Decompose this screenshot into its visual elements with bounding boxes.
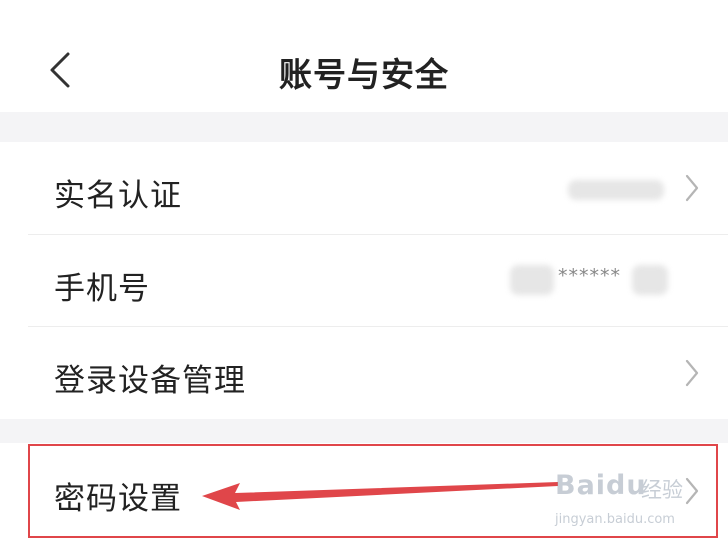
row-label: 手机号: [54, 271, 150, 307]
watermark-brand: Baidu: [555, 470, 647, 501]
row-label: 实名认证: [54, 178, 182, 214]
chevron-right-icon: [685, 174, 699, 202]
watermark: Baidu 经验 jingyan.baidu.com: [555, 468, 695, 538]
page-title: 账号与安全: [279, 55, 449, 94]
masked-phone-value: ******: [558, 265, 621, 287]
watermark-label: 经验: [641, 478, 683, 502]
row-label: 登录设备管理: [54, 363, 246, 399]
app-header: 账号与安全: [0, 0, 728, 112]
blurred-value: [568, 180, 664, 200]
section-divider: [0, 112, 728, 142]
list-item-login-device-management[interactable]: 登录设备管理: [28, 327, 728, 419]
blurred-value: [510, 265, 554, 295]
blurred-value: [632, 265, 668, 295]
arrow-annotation: [202, 482, 558, 510]
watermark-url: jingyan.baidu.com: [555, 512, 675, 527]
section-divider: [0, 419, 728, 443]
list-item-phone-number[interactable]: 手机号 ******: [28, 235, 728, 327]
row-label: 密码设置: [54, 481, 182, 517]
chevron-right-icon: [685, 359, 699, 387]
list-item-real-name-verification[interactable]: 实名认证: [28, 142, 728, 234]
